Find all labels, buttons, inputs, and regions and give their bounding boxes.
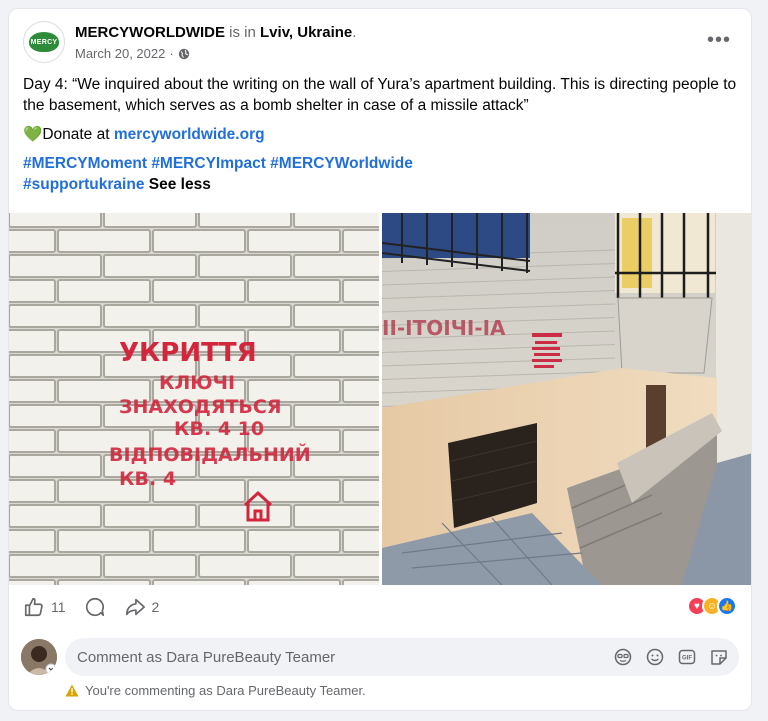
share-count: 2	[151, 599, 160, 615]
green-heart-icon: 💚	[23, 126, 43, 143]
is-in-text: is in	[225, 24, 261, 41]
globe-icon	[178, 48, 190, 60]
post-card: MERCY MERCYWORLDWIDE is in Lviv, Ukraine…	[8, 8, 752, 711]
more-options-button[interactable]: •••	[701, 25, 737, 55]
like-reaction-icon: 👍	[717, 596, 737, 616]
donate-line: 💚Donate at mercyworldwide.org	[23, 124, 739, 145]
brick-wall-image: УКРИТТЯ КЛЮЧІ ЗНАХОДЯТЬСЯ КВ. 4 10 ВІДПО…	[9, 213, 379, 585]
user-avatar[interactable]	[21, 639, 57, 675]
post-header: MERCY MERCYWORLDWIDE is in Lviv, Ukraine…	[23, 21, 737, 71]
post-date[interactable]: March 20, 2022	[75, 46, 165, 61]
stencil-line-3: ЗНАХОДЯТЬСЯ	[119, 396, 281, 418]
hashtags: #MERCYMoment #MERCYImpact #MERCYWorldwid…	[23, 153, 739, 195]
building-image: ІІ-ІТОІЧІ-ІА	[382, 213, 751, 585]
reaction-summary[interactable]: ♥ ☺ 👍	[687, 596, 737, 616]
photo-building-entrance[interactable]: ІІ-ІТОІЧІ-ІА	[382, 213, 751, 585]
share-button[interactable]: 2	[124, 596, 160, 618]
donate-link[interactable]: mercyworldwide.org	[114, 126, 265, 143]
hashtags-line1[interactable]: #MERCYMoment #MERCYImpact #MERCYWorldwid…	[23, 155, 413, 172]
comment-tools: GIF	[613, 647, 729, 667]
comment-composer: Comment as Dara PureBeauty Teamer GIF	[21, 637, 739, 677]
commenting-as-notice: You're commenting as Dara PureBeauty Tea…	[65, 683, 366, 698]
comment-icon	[85, 597, 104, 617]
stencil-line-6: КВ. 4	[119, 468, 176, 490]
like-count: 11	[51, 599, 66, 615]
comment-button[interactable]	[84, 596, 106, 618]
stencil-wall-text: ІІ-ІТОІЧІ-ІА	[382, 316, 506, 340]
stencil-line-1: УКРИТТЯ	[119, 338, 257, 368]
commenting-as-text: You're commenting as Dara PureBeauty Tea…	[85, 683, 366, 698]
author-line: MERCYWORLDWIDE is in Lviv, Ukraine.	[75, 23, 356, 43]
donate-prefix: Donate at	[42, 126, 114, 143]
logo-text: MERCY	[30, 38, 58, 46]
avatar-sticker-icon[interactable]	[613, 647, 633, 667]
comment-placeholder: Comment as Dara PureBeauty Teamer	[77, 648, 336, 666]
comment-input[interactable]: Comment as Dara PureBeauty Teamer GIF	[65, 638, 739, 676]
gif-icon[interactable]: GIF	[677, 647, 697, 667]
warning-icon	[65, 684, 79, 697]
gif-label: GIF	[682, 656, 692, 662]
see-less-button[interactable]: See less	[149, 176, 211, 193]
post-body: Day 4: “We inquired about the writing on…	[23, 76, 737, 114]
post-meta: March 20, 2022 ·	[75, 46, 190, 61]
sticker-icon[interactable]	[709, 647, 729, 667]
thumbs-up-icon	[24, 597, 43, 617]
mercy-logo-icon: MERCY	[29, 32, 59, 52]
like-button[interactable]: 11	[23, 596, 66, 618]
stencil-line-5: ВІДПОВІДАЛЬНИЙ	[109, 443, 311, 466]
reactions-bar: 11 2 ♥ ☺ 👍	[23, 593, 737, 621]
photo-stencil-wall[interactable]: УКРИТТЯ КЛЮЧІ ЗНАХОДЯТЬСЯ КВ. 4 10 ВІДПО…	[9, 213, 379, 585]
page-avatar[interactable]: MERCY	[23, 21, 65, 63]
stencil-line-2: КЛЮЧІ	[159, 372, 235, 394]
emoji-icon[interactable]	[645, 647, 665, 667]
post-images: УКРИТТЯ КЛЮЧІ ЗНАХОДЯТЬСЯ КВ. 4 10 ВІДПО…	[9, 213, 751, 585]
post-text: Day 4: “We inquired about the writing on…	[23, 74, 739, 195]
author-name[interactable]: MERCYWORLDWIDE	[75, 24, 225, 41]
meta-separator: ·	[169, 46, 174, 61]
location-link[interactable]: Lviv, Ukraine	[260, 24, 352, 41]
period-text: .	[352, 24, 357, 41]
more-icon: •••	[706, 28, 731, 51]
share-icon	[125, 598, 145, 616]
hashtag-supportukraine[interactable]: #supportukraine	[23, 176, 144, 193]
stencil-line-4: КВ. 4 10	[174, 418, 264, 440]
